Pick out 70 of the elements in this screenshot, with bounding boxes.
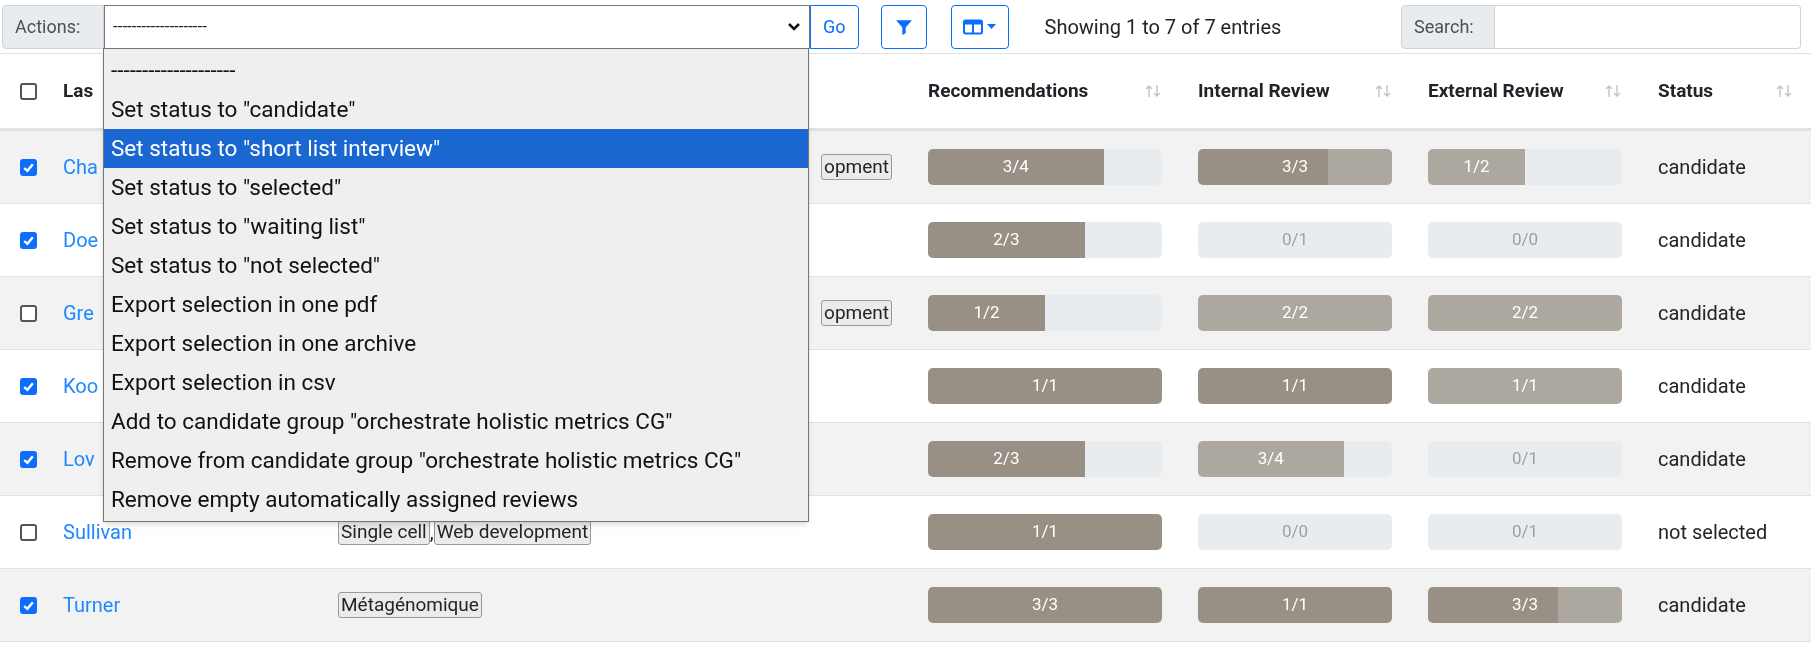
menu-option[interactable]: Export selection in csv: [104, 363, 808, 402]
checkbox[interactable]: [20, 231, 37, 249]
progress-label: 3/3: [1030, 593, 1060, 617]
menu-option[interactable]: Set status to "waiting list": [104, 207, 808, 246]
menu-option[interactable]: Set status to "short list interview": [104, 129, 808, 168]
status-text: candidate: [1658, 228, 1746, 252]
column-header[interactable]: Recommendations: [928, 76, 1089, 106]
progress-label: 0/1: [1510, 447, 1540, 471]
progress-label: 3/4: [1001, 155, 1030, 179]
progress-label: 1/1: [1030, 374, 1060, 398]
column-header[interactable]: Las: [63, 78, 94, 102]
tag: opment: [821, 154, 892, 180]
search-label: Search:: [1401, 4, 1495, 49]
column-header[interactable]: Internal Review: [1198, 76, 1330, 106]
menu-option[interactable]: Export selection in one archive: [104, 324, 808, 363]
actions-select[interactable]: --------------------: [104, 4, 810, 49]
checkbox[interactable]: [20, 596, 37, 614]
search-field[interactable]: [1495, 4, 1801, 49]
progress-label: 0/1: [1280, 228, 1310, 252]
progress-label: 2/3: [992, 447, 1021, 471]
progress-label: 1/2: [972, 301, 1001, 325]
status-text: candidate: [1658, 374, 1746, 398]
menu-option[interactable]: Set status to "not selected": [104, 246, 808, 285]
progress-label: 1/2: [1462, 155, 1491, 179]
progress-label: 2/2: [1280, 301, 1310, 325]
filter-button[interactable]: [880, 4, 927, 49]
checkbox[interactable]: [20, 450, 37, 468]
progress-label: 3/3: [1280, 155, 1310, 179]
menu-option[interactable]: --------------------: [104, 51, 808, 90]
menu-option[interactable]: Remove from candidate group "orchestrate holistic metrics CG": [104, 441, 808, 480]
progress-label: 1/1: [1510, 374, 1540, 398]
columns-button[interactable]: [950, 4, 1009, 49]
status-text: candidate: [1658, 593, 1746, 617]
go-button[interactable]: Go: [810, 4, 859, 49]
selected-value: --------------------: [113, 14, 207, 38]
checkbox[interactable]: [20, 377, 37, 395]
checkbox[interactable]: [20, 304, 37, 322]
menu-option[interactable]: Add to candidate group "orchestrate holistic metrics CG": [104, 402, 808, 441]
progress-label: 0/0: [1510, 228, 1540, 252]
filter-icon: [894, 17, 913, 36]
columns-icon: [963, 18, 984, 35]
status-text: candidate: [1658, 447, 1746, 471]
menu-option[interactable]: Set status to "selected": [104, 168, 808, 207]
progress-label: 0/0: [1280, 520, 1310, 544]
menu-option[interactable]: Export selection in one pdf: [104, 285, 808, 324]
progress-label: 3/4: [1256, 447, 1285, 471]
progress-label: 0/1: [1510, 520, 1540, 544]
progress-label: 1/1: [1280, 374, 1310, 398]
menu-option[interactable]: Remove empty automatically assigned reviews: [104, 480, 808, 519]
checkbox[interactable]: [20, 82, 37, 100]
column-header[interactable]: Status: [1658, 76, 1714, 106]
status-text: not selected: [1658, 520, 1768, 544]
tag-separator: ,: [429, 519, 434, 546]
progress-label: 2/3: [992, 228, 1021, 252]
caret-icon: [987, 23, 997, 30]
status-text: candidate: [1658, 301, 1746, 325]
entries-summary: Showing 1 to 7 of 7 entries: [1044, 13, 1282, 41]
column-header[interactable]: External Review: [1428, 76, 1564, 106]
tag: Métagénomique: [338, 592, 482, 618]
progress-label: 1/1: [1280, 593, 1310, 617]
progress-label: 1/1: [1030, 520, 1060, 544]
menu-option[interactable]: Set status to "candidate": [104, 90, 808, 129]
chevron-down-icon: [787, 21, 801, 32]
status-text: candidate: [1658, 155, 1746, 179]
checkbox[interactable]: [20, 523, 37, 541]
actions-label: Actions:: [2, 4, 104, 49]
progress-label: 2/2: [1510, 301, 1540, 325]
tag: opment: [821, 300, 892, 326]
progress-label: 3/3: [1510, 593, 1540, 617]
checkbox[interactable]: [20, 158, 37, 176]
